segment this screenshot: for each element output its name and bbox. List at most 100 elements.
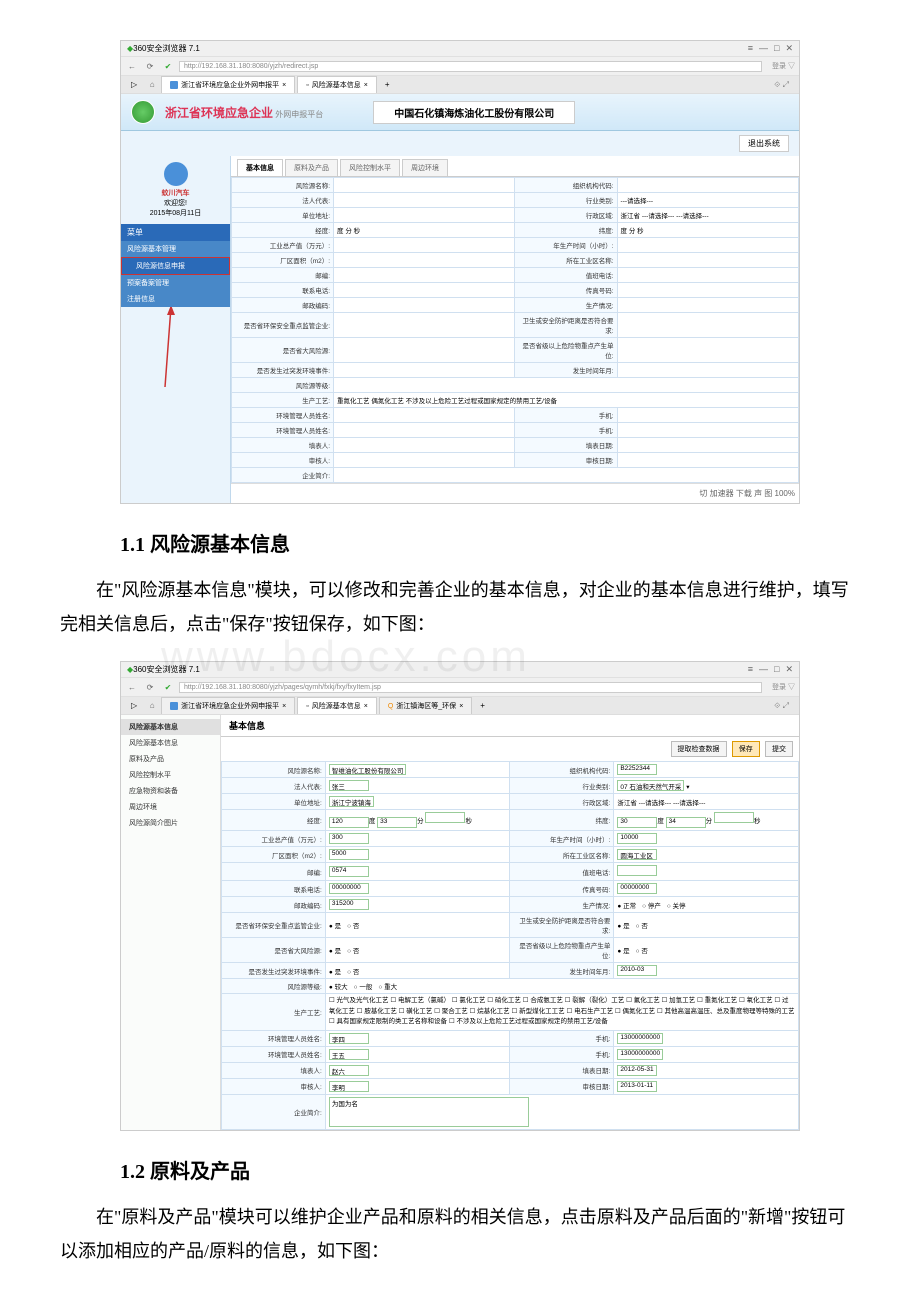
event-radio[interactable]: 是否	[329, 966, 359, 976]
home-icon[interactable]: ⌂	[145, 699, 159, 713]
close-icon[interactable]: ✕	[785, 664, 793, 675]
subtab-basic[interactable]: 基本信息	[237, 159, 283, 176]
tab-main[interactable]: 浙江省环境应急企业外网申报平×	[161, 697, 295, 714]
back-icon[interactable]: ←	[125, 59, 139, 73]
logout-button[interactable]: 退出系统	[739, 135, 789, 152]
app-header: 浙江省环境应急企业 外网申报平台 中国石化镇海炼油化工股份有限公司	[121, 94, 799, 131]
menu-group-plan[interactable]: 预案备案管理	[121, 275, 230, 291]
audit-date-input[interactable]: 2013-01-11	[617, 1081, 657, 1092]
reload-icon[interactable]: ⟳	[143, 680, 157, 694]
mgr2-input[interactable]: 王五	[329, 1049, 369, 1060]
fax-input[interactable]: 00000000	[617, 883, 657, 894]
output-input[interactable]: 300	[329, 833, 369, 844]
region-select[interactable]: 浙江省 ---请选择--- ---请选择---	[614, 794, 799, 810]
sidebar2-item[interactable]: 风险源简介图片	[121, 815, 220, 831]
reload-icon[interactable]: ⟳	[143, 59, 157, 73]
minimize-icon[interactable]: —	[759, 664, 768, 675]
process-checkbox[interactable]: 不涉及以上危险工艺过程或国家规定的禁用工艺/设备	[449, 1018, 608, 1025]
supervise-radio[interactable]: 是否	[329, 920, 359, 930]
name-input[interactable]: 智维油化工股份有限公司	[329, 764, 407, 775]
addr-input[interactable]: 浙江宁波镇海	[329, 796, 374, 807]
menu-item-declare[interactable]: 风险源信息申报	[121, 257, 230, 275]
process-checkbox[interactable]: 聚合工艺	[434, 1008, 469, 1015]
intro-textarea[interactable]: 为国为名	[329, 1097, 529, 1127]
subtab-control[interactable]: 风险控制水平	[340, 159, 400, 176]
post-input[interactable]: 0574	[329, 866, 369, 877]
process-checkbox[interactable]: 偶氮化工艺	[615, 1008, 657, 1015]
user-box: 蚊川汽车 欢迎您! 2015年08月11日	[121, 156, 230, 224]
menu-icon[interactable]: ≡	[748, 43, 753, 54]
section-1-2-heading: 1.2 原料及产品	[120, 1155, 860, 1184]
legal-input[interactable]: 张三	[329, 780, 369, 791]
safety-radio[interactable]: 是否	[617, 920, 647, 930]
subtab-env[interactable]: 周边环境	[402, 159, 448, 176]
menu-icon[interactable]: ≡	[748, 664, 753, 675]
screenshot-1: ◆ 360安全浏览器 7.1 ≡ — □ ✕ ← ⟳ ✔ http://192.…	[120, 40, 800, 504]
process-checkbox[interactable]: 加氢工艺	[662, 997, 697, 1004]
sidebar2-item[interactable]: 应急物资和装备	[121, 783, 220, 799]
sidebar2-item[interactable]: 原料及产品	[121, 751, 220, 767]
menu-group-risk[interactable]: 风险源基本管理	[121, 241, 230, 257]
auditor-input[interactable]: 李明	[329, 1081, 369, 1092]
maximize-icon[interactable]: □	[774, 43, 779, 54]
fetch-button[interactable]: 提取检查数据	[671, 741, 727, 757]
tab-extra[interactable]: Q浙江镇海区等_环保×	[379, 697, 472, 714]
window-controls[interactable]: ≡ — □ ✕	[748, 664, 793, 675]
section-1-1-text: 在"风险源基本信息"模块，可以修改和完善企业的基本信息，对企业的基本信息进行维护…	[60, 573, 860, 641]
process-checkbox[interactable]: 烷基化工艺	[470, 1008, 512, 1015]
process-checkbox[interactable]: 新型煤化工工艺	[511, 1008, 566, 1015]
zip-input[interactable]: 315200	[329, 899, 369, 910]
process-checkbox[interactable]: 重氮化工艺	[697, 997, 739, 1004]
home-icon[interactable]: ⌂	[145, 78, 159, 92]
process-checkboxes[interactable]: 光气及光气化工艺 电解工艺（氯碱） 氯化工艺 硝化工艺 合成氨工艺 裂解（裂化）…	[325, 994, 798, 1030]
process-checkbox[interactable]: 硝化工艺	[487, 997, 522, 1004]
area-input[interactable]: 5000	[329, 849, 369, 860]
hours-input[interactable]: 10000	[617, 833, 657, 844]
sidebar2-item[interactable]: 风险控制水平	[121, 767, 220, 783]
mgr2-tel-input[interactable]: 13000000000	[617, 1049, 663, 1060]
fill-date-input[interactable]: 2012-05-31	[617, 1065, 657, 1076]
process-checkbox[interactable]: 磺化工艺	[399, 1008, 434, 1015]
mgr1-input[interactable]: 李四	[329, 1033, 369, 1044]
process-checkbox[interactable]: 具有国家规定限制的类工艺名称和设备	[329, 1018, 449, 1025]
process-checkbox[interactable]: 其他高温高温压、总及重度物理等特殊的工艺	[657, 1008, 795, 1015]
orgcode-input[interactable]: B2252344	[617, 764, 657, 775]
menu-group-register[interactable]: 注册信息	[121, 291, 230, 307]
level-radio[interactable]: 较大一般重大	[329, 981, 397, 991]
back-icon[interactable]: ←	[125, 680, 139, 694]
process-checkbox[interactable]: 氧化工艺	[739, 997, 774, 1004]
process-checkbox[interactable]: 裂解（裂化）工艺	[565, 997, 626, 1004]
mgr1-tel-input[interactable]: 13000000000	[617, 1033, 663, 1044]
tab-main[interactable]: 浙江省环境应急企业外网申报平×	[161, 76, 295, 93]
tab-sub[interactable]: ▫风险源基本信息×	[297, 76, 377, 93]
tel-input[interactable]: 00000000	[329, 883, 369, 894]
close-icon[interactable]: ✕	[785, 43, 793, 54]
window-controls[interactable]: ≡ — □ ✕	[748, 43, 793, 54]
main-panel: 基本信息 原料及产品 风险控制水平 周边环境 风险源名称:组织机构代码: 法人代…	[231, 156, 799, 503]
sidebar2-item[interactable]: 风险源基本信息	[121, 735, 220, 751]
hazard-radio[interactable]: 是否	[617, 945, 647, 955]
process-checkbox[interactable]: 胺基化工艺	[357, 1008, 399, 1015]
bigrisk-radio[interactable]: 是否	[329, 945, 359, 955]
process-checkbox[interactable]: 电解工艺（氯碱）	[390, 997, 451, 1004]
process-checkbox[interactable]: 氯化工艺	[452, 997, 487, 1004]
event-time-input[interactable]: 2010-03	[617, 965, 657, 976]
address-bar[interactable]: http://192.168.31.180:8080/yjzh/pages/qy…	[179, 682, 762, 693]
prod-status-radio[interactable]: 正常停产关停	[617, 900, 685, 910]
maximize-icon[interactable]: □	[774, 664, 779, 675]
submit-button[interactable]: 提交	[765, 741, 793, 757]
industry-select[interactable]: 07 石油和天然气开采	[617, 780, 684, 791]
process-checkbox[interactable]: 光气及光气化工艺	[329, 997, 390, 1004]
zone-input[interactable]: 圆海工业区	[617, 849, 657, 860]
duty-tel-input[interactable]	[617, 865, 657, 876]
save-button[interactable]: 保存	[732, 741, 760, 757]
filler-input[interactable]: 赵六	[329, 1065, 369, 1076]
process-checkbox[interactable]: 合成氨工艺	[523, 997, 565, 1004]
process-checkbox[interactable]: 氟化工艺	[626, 997, 661, 1004]
address-bar[interactable]: http://192.168.31.180:8080/yjzh/redirect…	[179, 61, 762, 72]
minimize-icon[interactable]: —	[759, 43, 768, 54]
subtab-material[interactable]: 原料及产品	[285, 159, 338, 176]
sidebar2-item[interactable]: 周边环境	[121, 799, 220, 815]
process-checkbox[interactable]: 电石生产工艺	[566, 1008, 614, 1015]
tab-sub[interactable]: ▫风险源基本信息×	[297, 697, 377, 714]
